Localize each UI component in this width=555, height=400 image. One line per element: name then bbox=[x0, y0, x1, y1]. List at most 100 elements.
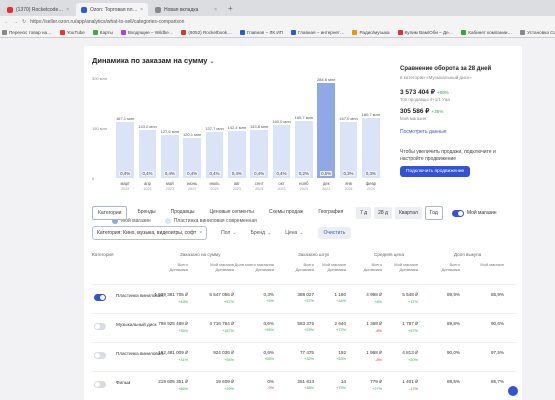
view-data-link[interactable]: Посмотреть данные bbox=[400, 129, 518, 135]
bookmark-item[interactable]: Карты bbox=[92, 30, 113, 35]
tab-title: (1370) Rocketcode: Wemmel - ... bbox=[16, 6, 64, 13]
table-row[interactable]: Музыкальный диск 798 925 488 ₽ +35% 4 716 7… bbox=[92, 313, 516, 342]
reset-filters-button[interactable]: Очистить bbox=[317, 227, 352, 239]
analytics-card: Динамика по заказам на сумму ⌄ 300 млн 150… bbox=[84, 46, 522, 400]
bookmark-label: Входящие – Wildbe… bbox=[127, 30, 174, 35]
bar-value-label: 142,4 млн bbox=[227, 124, 247, 130]
chart-bar[interactable] bbox=[272, 124, 291, 178]
filter-dropdown[interactable]: Бренд ⌄ bbox=[251, 230, 272, 236]
row-toggle[interactable] bbox=[94, 381, 106, 388]
chart-bar[interactable] bbox=[295, 121, 313, 178]
table-row[interactable]: Пластинка виниловая… 152 481 009 ₽ +31% 924… bbox=[92, 342, 516, 371]
bookmark-item[interactable]: Установка Comma3… bbox=[520, 30, 555, 35]
table-cell: 4 813 ₽ +20% bbox=[402, 350, 418, 362]
section-tab[interactable]: Категории bbox=[92, 206, 128, 220]
table-sub-header-cell: Всего Динамика bbox=[441, 262, 460, 272]
bookmark-item[interactable]: (6052) Rocketbook… bbox=[181, 30, 232, 35]
new-tab-icon[interactable]: + bbox=[224, 4, 237, 13]
bookmark-label: Карты bbox=[99, 30, 113, 35]
connect-promotion-button[interactable]: Подключить продвижение bbox=[400, 166, 471, 177]
table-cell: 90,0% bbox=[447, 350, 460, 355]
cell-dynamics: +20% bbox=[408, 358, 418, 362]
close-icon[interactable]: × bbox=[214, 7, 217, 13]
table-row[interactable]: Пластинка виниловая… 1 939 381 705 ₽ +49% 6… bbox=[92, 284, 516, 313]
cell-dynamics: +27% bbox=[372, 387, 382, 391]
filter-dropdown[interactable]: Пол ⌄ bbox=[221, 230, 236, 236]
bookmark-item[interactable]: YouTube bbox=[59, 30, 85, 35]
cell-dynamics: +37% bbox=[304, 299, 314, 303]
period-option[interactable]: Год bbox=[424, 206, 443, 220]
period-option[interactable]: 28 д bbox=[374, 207, 392, 219]
forward-icon[interactable]: → bbox=[13, 19, 18, 25]
filter-dropdown[interactable]: Цена ⌄ bbox=[285, 230, 303, 236]
table-sub-header-cell: Всего Динамика bbox=[169, 262, 188, 272]
category-filter-chip[interactable]: Категория: Кино, музыка, видеоигры, софт… bbox=[92, 226, 208, 240]
browser-tab[interactable]: Новая вкладка × bbox=[150, 3, 222, 16]
bookmark-item[interactable]: Перенос товар на… bbox=[2, 30, 52, 35]
bookmark-item[interactable]: Главная – интернет… bbox=[290, 30, 344, 35]
table-sub-header-cell: Мой магазин bbox=[480, 262, 504, 267]
cell-value: 798 925 488 ₽ bbox=[158, 321, 188, 326]
section-tab[interactable]: Бренды bbox=[132, 206, 160, 220]
back-icon[interactable]: ← bbox=[4, 19, 9, 25]
section-tab[interactable]: Ценовые сегменты bbox=[204, 206, 258, 220]
table-sub-header-cell: Мой магазин Динамика bbox=[322, 262, 346, 272]
close-icon[interactable]: × bbox=[140, 7, 143, 13]
row-toggle[interactable] bbox=[94, 294, 106, 301]
chart-bar[interactable] bbox=[317, 83, 335, 178]
top-sellers-caption: Топ продавцы 4+1/1 Уаа bbox=[400, 97, 450, 102]
turnover-comparison-panel: Сравнение оборота за 28 дней в категории… bbox=[400, 66, 518, 177]
x-axis-label: июнь bbox=[187, 181, 198, 186]
chat-icon[interactable] bbox=[508, 386, 518, 396]
chart-bar[interactable] bbox=[116, 122, 134, 178]
address-bar[interactable]: ← → ↻ https://seller.ozon.ru/app/analyti… bbox=[0, 16, 555, 28]
browser-tab[interactable]: Ozon: Торговая площадка× bbox=[76, 3, 148, 16]
section-tab[interactable]: Схемы продаж bbox=[264, 206, 308, 220]
my-shop-toggle[interactable] bbox=[451, 209, 464, 217]
close-icon[interactable]: × bbox=[66, 7, 69, 13]
x-axis-label: дек bbox=[322, 181, 330, 186]
x-axis-label: июль bbox=[209, 181, 220, 186]
table-sub-header-cell: Доля моего магазина Динамика bbox=[234, 262, 274, 272]
chart-bar[interactable] bbox=[339, 122, 358, 178]
table-cell: 14 +75% bbox=[336, 379, 346, 390]
url-text[interactable]: https://seller.ozon.ru/app/analytics/wha… bbox=[30, 19, 555, 25]
table-cell: 779 ₽ +27% bbox=[370, 379, 382, 391]
section-tab[interactable]: География bbox=[313, 206, 348, 220]
cell-value: 85,7% bbox=[490, 379, 504, 384]
chevron-down-icon: ⌄ bbox=[267, 230, 272, 236]
chart-title[interactable]: Динамика по заказам на сумму ⌄ bbox=[92, 56, 215, 65]
cell-dynamics: +38% bbox=[304, 386, 314, 390]
cell-value: 1 401 ₽ bbox=[402, 379, 418, 384]
close-icon[interactable]: × bbox=[199, 230, 202, 236]
table-cell: 4 716 794 ₽ +187% bbox=[209, 321, 234, 333]
bookmark-item[interactable]: Купим Вам/Оби – Де… bbox=[397, 30, 453, 35]
cell-dynamics: +31% bbox=[178, 358, 188, 362]
row-toggle[interactable] bbox=[94, 323, 106, 330]
row-toggle[interactable] bbox=[94, 352, 106, 359]
x-axis-year-label: 2024 bbox=[366, 187, 375, 191]
cell-dynamics: +187% bbox=[222, 329, 234, 333]
bookmark-item[interactable]: Главная – ЛК ИП bbox=[239, 30, 283, 35]
table-row[interactable]: Фильм 219 605 351 ₽ +86% 19 609 ₽ +29% 0% -9% 2… bbox=[92, 371, 516, 400]
browser-tab[interactable]: (1370) Rocketcode: Wemmel - ...× bbox=[2, 3, 74, 16]
bookmark-item[interactable]: Входящие – Wildbe… bbox=[120, 30, 174, 35]
browser-tab-bar: (1370) Rocketcode: Wemmel - ...×Ozon: То… bbox=[0, 0, 555, 16]
x-axis-label: янв bbox=[345, 181, 352, 186]
tab-favicon-icon bbox=[155, 6, 161, 13]
bar-value-label: 180,7 млн bbox=[361, 111, 381, 117]
chart-bar[interactable] bbox=[362, 117, 380, 178]
bar-share-label: 0,4% bbox=[141, 171, 154, 176]
cell-value: 5 548 ₽ bbox=[402, 292, 418, 297]
section-tab[interactable]: Продавцы bbox=[166, 206, 200, 220]
bookmark-item[interactable]: Радио/музыка bbox=[352, 30, 390, 35]
x-axis-label: авг bbox=[233, 181, 240, 186]
period-option[interactable]: 7 д bbox=[356, 207, 372, 219]
reload-icon[interactable]: ↻ bbox=[22, 19, 26, 25]
x-axis-year-label: 2023 bbox=[165, 187, 174, 191]
bookmark-item[interactable]: Кабинет компании… bbox=[461, 30, 512, 35]
tab-title: Новая вкладка bbox=[164, 6, 199, 13]
cell-dynamics: +86% bbox=[178, 387, 188, 391]
table-group-header-cell: Доля выкупа bbox=[454, 252, 482, 257]
period-option[interactable]: Квартал bbox=[394, 207, 422, 219]
